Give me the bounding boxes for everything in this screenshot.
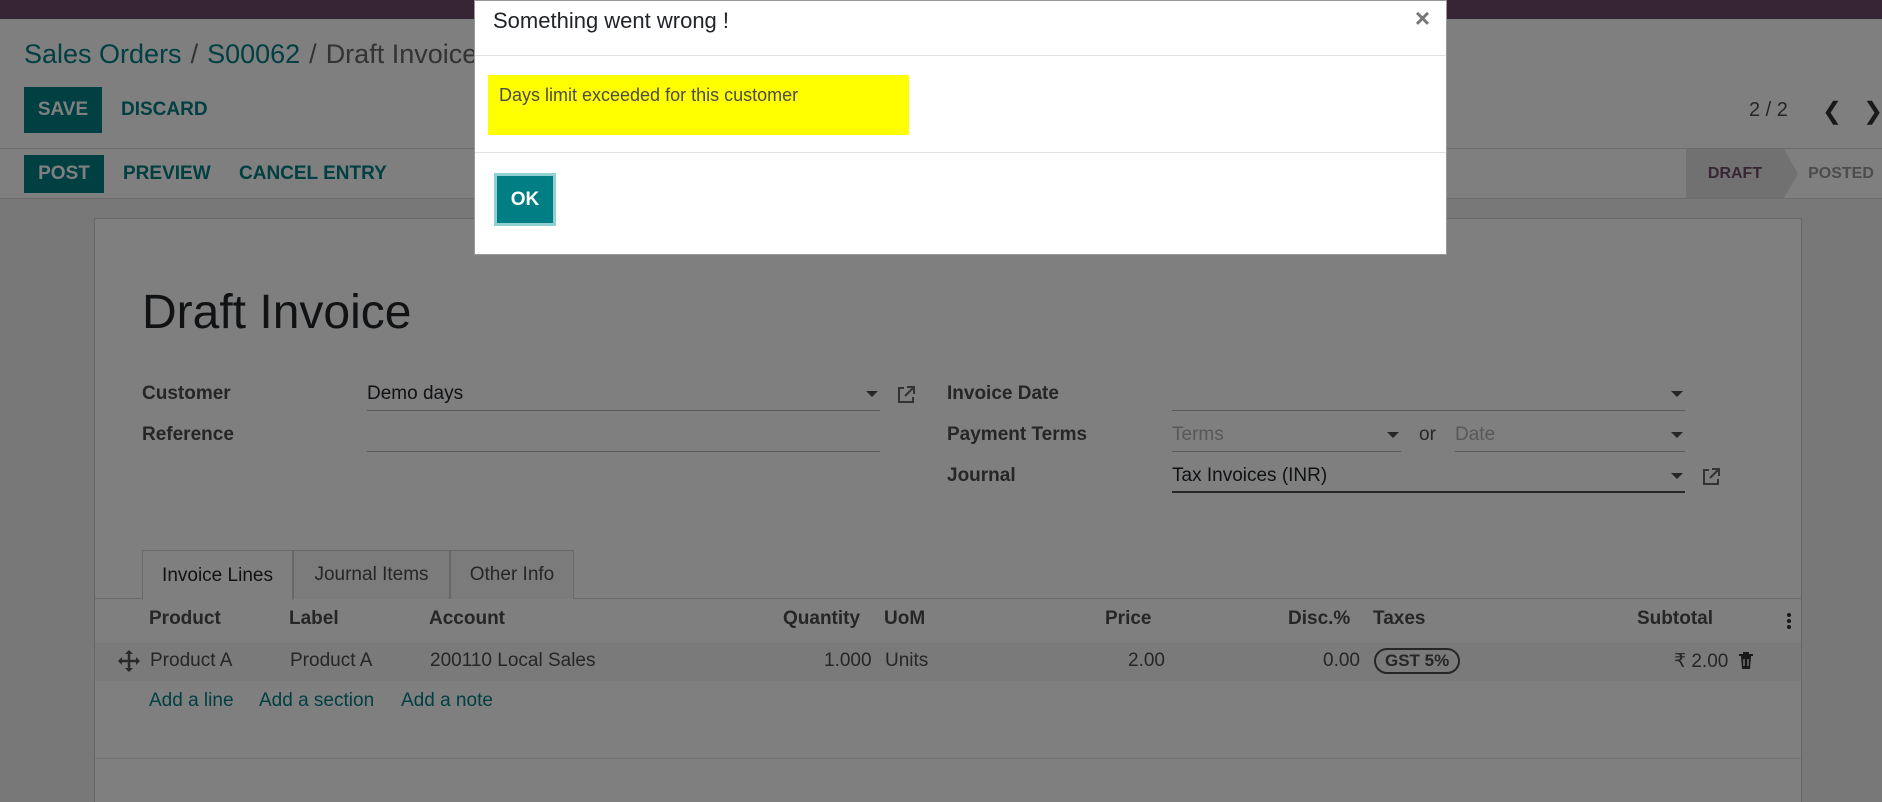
dialog-title: Something went wrong ! bbox=[493, 8, 730, 33]
error-dialog: Something went wrong ! × Days limit exce… bbox=[474, 0, 1447, 255]
dialog-header: Something went wrong ! × bbox=[475, 1, 1446, 56]
dialog-body: Days limit exceeded for this customer bbox=[475, 56, 1446, 153]
error-message: Days limit exceeded for this customer bbox=[488, 75, 909, 135]
ok-button[interactable]: OK bbox=[494, 173, 556, 226]
close-icon[interactable]: × bbox=[1415, 3, 1430, 34]
